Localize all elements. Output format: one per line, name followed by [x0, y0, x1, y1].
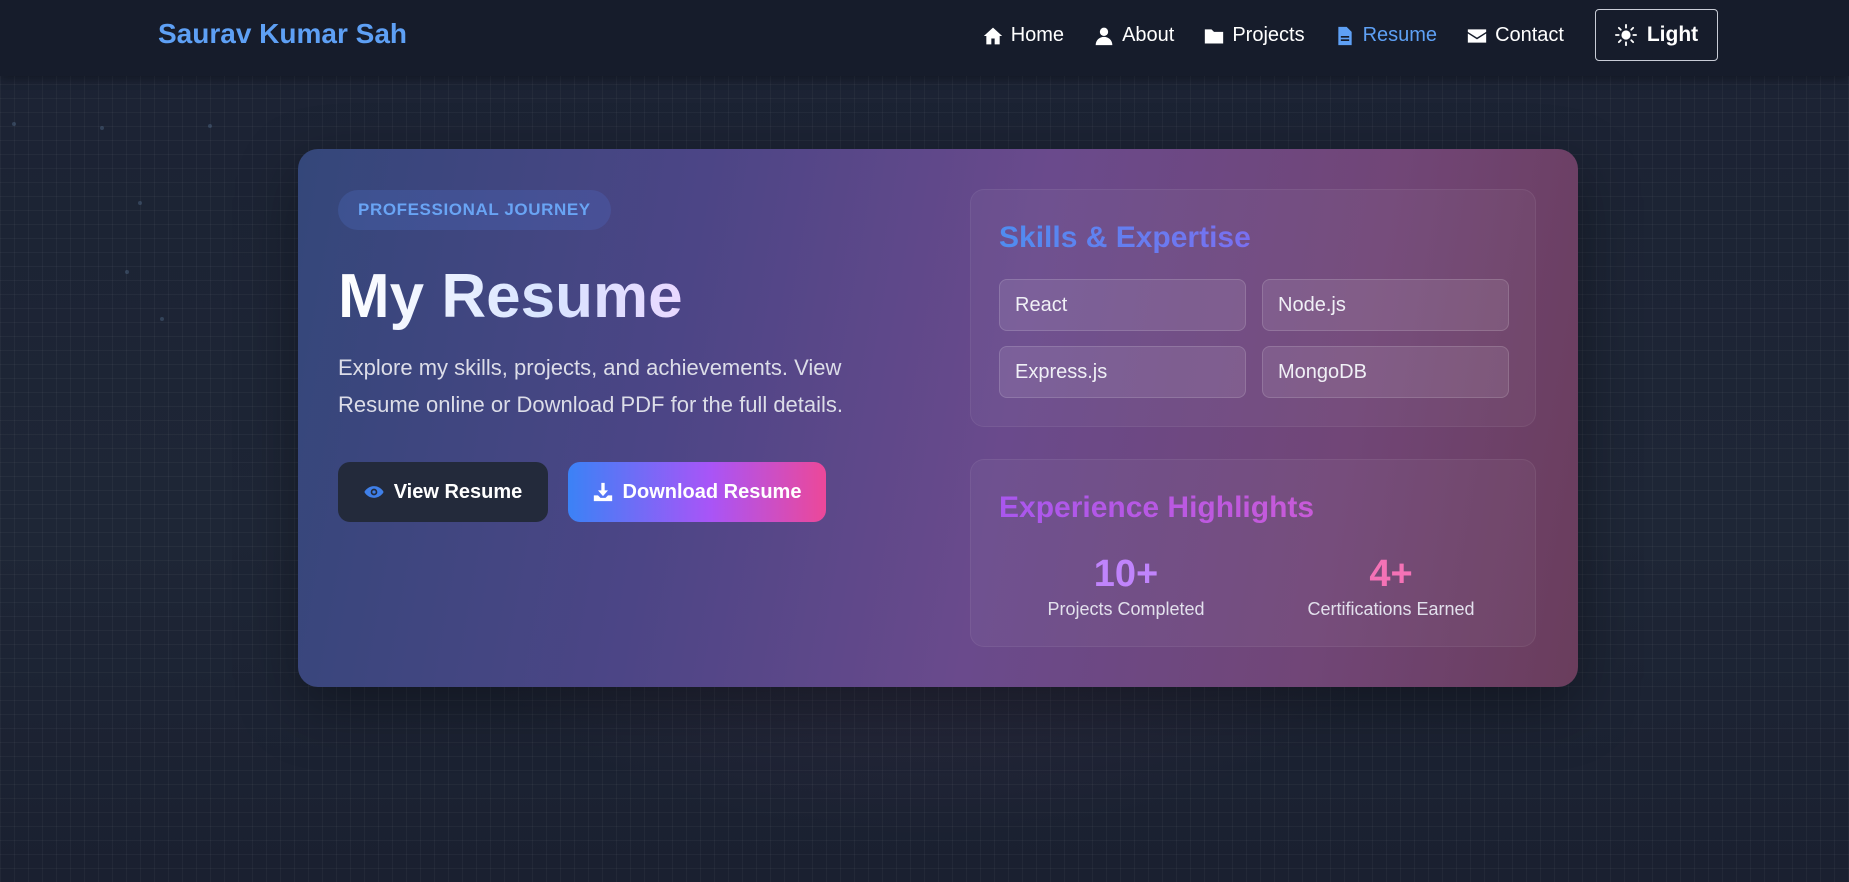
- skills-title: Skills & Expertise: [999, 221, 1251, 254]
- document-icon: [1337, 26, 1352, 45]
- home-icon: [983, 27, 1002, 44]
- skill-chip: React: [999, 279, 1246, 331]
- nav-link-about[interactable]: About: [1094, 24, 1174, 47]
- theme-toggle-label: Light: [1646, 23, 1699, 46]
- nav-link-projects[interactable]: Projects: [1204, 24, 1305, 47]
- nav-link-label: Contact: [1495, 24, 1564, 46]
- view-resume-label: View Resume: [393, 480, 523, 503]
- stat-label: Projects Completed: [1047, 599, 1205, 619]
- background-dot: [208, 124, 212, 128]
- nav-link-resume[interactable]: Resume: [1335, 24, 1437, 47]
- view-resume-button[interactable]: View Resume: [338, 462, 548, 522]
- skill-chip: Express.js: [999, 346, 1246, 398]
- nav-link-label: Home: [1010, 24, 1065, 46]
- skills-panel: Skills & Expertise React Node.js Express…: [970, 189, 1536, 427]
- navbar: Saurav Kumar Sah Home About Projects Res…: [0, 0, 1849, 76]
- folder-icon: [1205, 28, 1224, 43]
- resume-hero-card: PROFESSIONAL JOURNEY My Resume Explore m…: [298, 149, 1578, 687]
- nav-link-home[interactable]: Home: [983, 24, 1064, 47]
- section-badge: PROFESSIONAL JOURNEY: [338, 190, 611, 230]
- background-dot: [125, 270, 129, 274]
- experience-title: Experience Highlights: [999, 491, 1315, 524]
- nav-link-label: About: [1122, 24, 1175, 46]
- background-dot: [100, 126, 104, 130]
- stat-projects: 10+ Projects Completed: [1031, 553, 1221, 620]
- nav-link-contact[interactable]: Contact: [1467, 24, 1564, 47]
- skill-chip: Node.js: [1262, 279, 1509, 331]
- download-icon: [593, 482, 612, 502]
- page-title: My Resume: [338, 262, 683, 331]
- envelope-icon: [1467, 28, 1487, 43]
- download-resume-label: Download Resume: [622, 480, 802, 503]
- background-dot: [138, 201, 142, 205]
- user-icon: [1095, 27, 1113, 45]
- stat-certifications: 4+ Certifications Earned: [1296, 553, 1486, 620]
- download-resume-button[interactable]: Download Resume: [568, 462, 826, 522]
- nav-links: Home About Projects Resume Contact: [953, 24, 1564, 47]
- background-dot: [12, 122, 16, 126]
- brand-logo[interactable]: Saurav Kumar Sah: [158, 18, 407, 50]
- nav-link-label: Resume: [1362, 24, 1438, 46]
- sun-icon: [1614, 24, 1637, 46]
- stat-label: Certifications Earned: [1307, 599, 1475, 619]
- eye-icon: [364, 486, 384, 498]
- stat-value: 4+: [1369, 553, 1413, 595]
- nav-link-label: Projects: [1232, 24, 1305, 46]
- stat-value: 10+: [1093, 553, 1159, 595]
- theme-toggle-button[interactable]: Light: [1595, 9, 1718, 61]
- experience-panel: Experience Highlights 10+ Projects Compl…: [970, 459, 1536, 647]
- skill-chip: MongoDB: [1262, 346, 1509, 398]
- hero-description: Explore my skills, projects, and achieve…: [338, 355, 844, 417]
- background-dot: [160, 317, 164, 321]
